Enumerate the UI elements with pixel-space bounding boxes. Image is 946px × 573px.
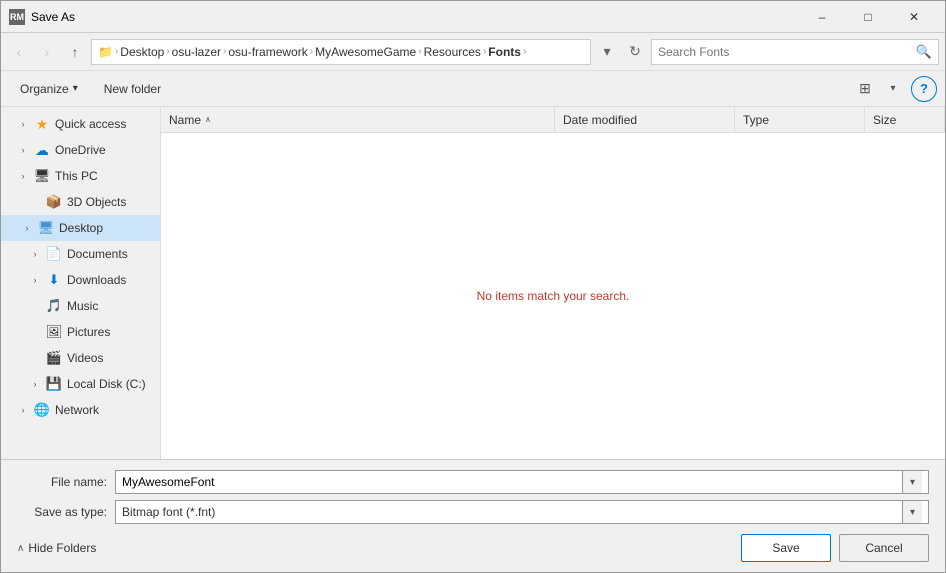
save-button[interactable]: Save [741, 534, 831, 562]
sidebar-item-label: Pictures [67, 325, 110, 339]
sidebar-item-desktop[interactable]: › 🖥 Desktop [1, 215, 160, 241]
sidebar-item-downloads[interactable]: › ⬇ Downloads [1, 267, 160, 293]
sidebar-item-3d-objects[interactable]: 📦 3D Objects [1, 189, 160, 215]
sidebar-item-thispc[interactable]: › 🖥 This PC [1, 163, 160, 189]
sidebar-item-quick-access[interactable]: › ★ Quick access [1, 111, 160, 137]
col-header-name[interactable]: Name ∧ [161, 107, 555, 132]
view-dropdown-button[interactable]: ▾ [879, 75, 907, 103]
breadcrumb[interactable]: 📁 › Desktop › osu-lazer › osu-framework … [91, 39, 591, 65]
view-controls: ⊞ ▾ [851, 75, 907, 103]
search-input[interactable] [658, 45, 916, 59]
folder-icon: 📦 [45, 194, 63, 210]
search-icon: 🔍 [916, 44, 932, 60]
bottom-bar: File name: ▾ Save as type: Bitmap font (… [1, 459, 945, 572]
expand-arrow: › [17, 171, 29, 181]
savetype-value: Bitmap font (*.fnt) [122, 505, 902, 519]
window-icon: RM [9, 9, 25, 25]
hide-folders-label: Hide Folders [28, 541, 96, 555]
hide-folders-arrow: ∧ [17, 543, 24, 554]
cancel-button[interactable]: Cancel [839, 534, 929, 562]
sort-arrow: ∧ [205, 115, 211, 124]
sidebar-item-label: Documents [67, 247, 128, 261]
dropdown-button[interactable]: ▾ [595, 40, 619, 64]
sidebar-item-label: This PC [55, 169, 98, 183]
bottom-fields: File name: ▾ Save as type: Bitmap font (… [17, 470, 929, 524]
savetype-dropdown[interactable]: ▾ [902, 501, 922, 523]
expand-arrow: › [29, 275, 41, 285]
sidebar-item-label: Music [67, 299, 98, 313]
sidebar-item-label: Videos [67, 351, 103, 365]
savetype-row: Save as type: Bitmap font (*.fnt) ▾ [17, 500, 929, 524]
back-button[interactable]: ‹ [7, 40, 31, 64]
new-folder-button[interactable]: New folder [93, 75, 172, 103]
sidebar-item-label: OneDrive [55, 143, 106, 157]
refresh-button[interactable]: ↻ [623, 40, 647, 64]
quick-access-icon: ★ [33, 116, 51, 132]
sidebar-item-label: Local Disk (C:) [67, 377, 146, 391]
maximize-button[interactable]: □ [845, 1, 891, 33]
col-header-date[interactable]: Date modified [555, 107, 735, 132]
filename-row: File name: ▾ [17, 470, 929, 494]
search-box: 🔍 [651, 39, 939, 65]
sidebar-item-documents[interactable]: › 📄 Documents [1, 241, 160, 267]
folder-icon: 🖼 [45, 324, 63, 340]
onedrive-icon: ☁ [33, 142, 51, 158]
sidebar: › ★ Quick access › ☁ OneDrive › 🖥 This P… [1, 107, 161, 459]
expand-arrow: › [29, 249, 41, 259]
empty-message: No items match your search. [161, 133, 945, 459]
folder-icon: 💾 [45, 376, 63, 392]
file-list-header: Name ∧ Date modified Type Size [161, 107, 945, 133]
toolbar: Organize ▾ New folder ⊞ ▾ ? [1, 71, 945, 107]
thispc-icon: 🖥 [33, 168, 51, 184]
filename-label: File name: [17, 475, 107, 489]
minimize-button[interactable]: – [799, 1, 845, 33]
sidebar-item-label: Desktop [59, 221, 103, 235]
sidebar-item-label: Network [55, 403, 99, 417]
expand-arrow: › [29, 379, 41, 389]
col-header-size[interactable]: Size [865, 107, 945, 132]
filename-field[interactable]: ▾ [115, 470, 929, 494]
sidebar-item-label: Downloads [67, 273, 126, 287]
sidebar-item-music[interactable]: 🎵 Music [1, 293, 160, 319]
file-list: Name ∧ Date modified Type Size No items … [161, 107, 945, 459]
view-button[interactable]: ⊞ [851, 75, 879, 103]
sidebar-item-label: 3D Objects [67, 195, 126, 209]
sidebar-item-label: Quick access [55, 117, 126, 131]
sidebar-item-pictures[interactable]: 🖼 Pictures [1, 319, 160, 345]
savetype-field[interactable]: Bitmap font (*.fnt) ▾ [115, 500, 929, 524]
window-title: Save As [31, 10, 799, 24]
main-content: › ★ Quick access › ☁ OneDrive › 🖥 This P… [1, 107, 945, 459]
expand-arrow: › [17, 119, 29, 129]
folder-icon: ⬇ [45, 272, 63, 288]
folder-icon: 📄 [45, 246, 63, 262]
breadcrumb-item: 📁 › Desktop › osu-lazer › osu-framework … [98, 45, 528, 59]
savetype-label: Save as type: [17, 505, 107, 519]
sidebar-item-local-disk[interactable]: › 💾 Local Disk (C:) [1, 371, 160, 397]
folder-icon: 🎬 [45, 350, 63, 366]
forward-button[interactable]: › [35, 40, 59, 64]
organize-button[interactable]: Organize ▾ [9, 75, 89, 103]
title-bar-buttons: – □ ✕ [799, 1, 937, 33]
help-button[interactable]: ? [911, 76, 937, 102]
title-bar: RM Save As – □ ✕ [1, 1, 945, 33]
sidebar-item-onedrive[interactable]: › ☁ OneDrive [1, 137, 160, 163]
col-header-type[interactable]: Type [735, 107, 865, 132]
expand-arrow: › [17, 405, 29, 415]
expand-arrow: › [21, 223, 33, 233]
desktop-icon: 🖥 [37, 220, 55, 236]
up-button[interactable]: ↑ [63, 40, 87, 64]
address-bar: ‹ › ↑ 📁 › Desktop › osu-lazer › osu-fram… [1, 33, 945, 71]
folder-icon: 🎵 [45, 298, 63, 314]
filename-dropdown[interactable]: ▾ [902, 471, 922, 493]
expand-arrow: › [17, 145, 29, 155]
hide-folders-toggle[interactable]: ∧ Hide Folders [17, 541, 96, 555]
save-as-dialog: RM Save As – □ ✕ ‹ › ↑ 📁 › Desktop › osu… [0, 0, 946, 573]
close-button[interactable]: ✕ [891, 1, 937, 33]
sidebar-item-network[interactable]: › 🌐 Network [1, 397, 160, 423]
network-icon: 🌐 [33, 402, 51, 418]
sidebar-item-videos[interactable]: 🎬 Videos [1, 345, 160, 371]
filename-input[interactable] [122, 475, 902, 489]
action-row: ∧ Hide Folders Save Cancel [17, 534, 929, 562]
